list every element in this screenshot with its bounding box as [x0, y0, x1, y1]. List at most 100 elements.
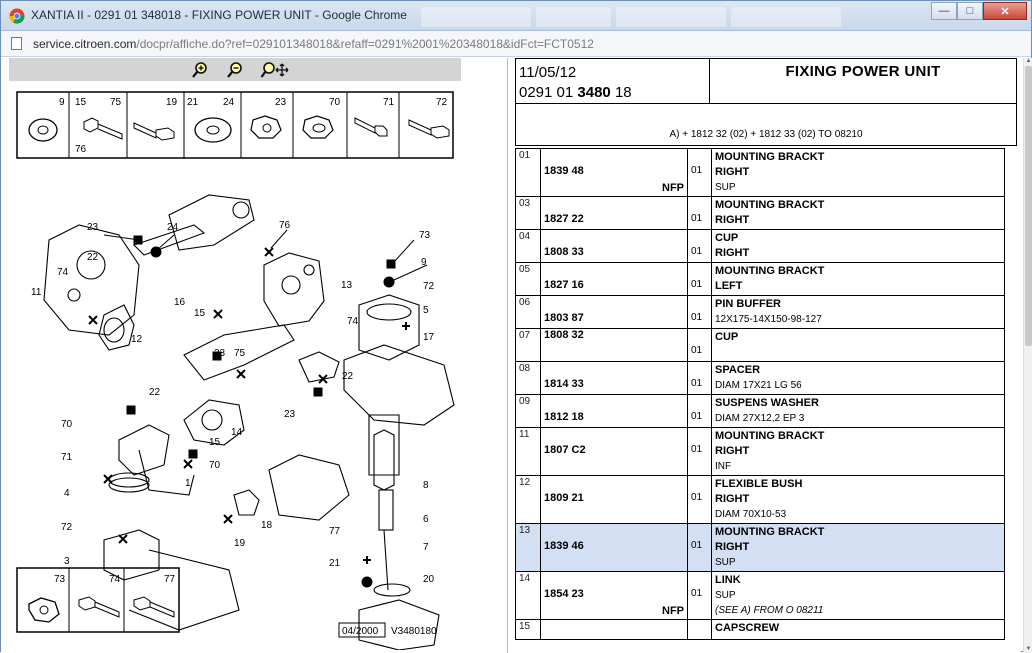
part-description: SPACER DIAM 17X21 LG 56: [711, 361, 1005, 395]
part-reference-cell[interactable]: 1827 22: [540, 196, 688, 230]
part-name: FLEXIBLE BUSH: [715, 478, 803, 490]
part-reference-cell[interactable]: 1808 33: [540, 229, 688, 263]
scroll-up-icon[interactable]: ▲: [1025, 58, 1032, 65]
part-detail: SUP: [715, 557, 736, 568]
svg-text:72: 72: [423, 281, 435, 292]
vertical-scrollbar[interactable]: ▲ ▼: [1023, 58, 1032, 653]
part-reference-cell[interactable]: 1854 23 NFP: [540, 571, 688, 620]
top-legend-label: 72: [436, 97, 448, 108]
background-tab[interactable]: [536, 7, 611, 27]
background-tab[interactable]: [731, 7, 841, 27]
background-tab[interactable]: [421, 7, 531, 27]
top-legend-label: 24: [223, 97, 235, 108]
part-position: 06: [515, 295, 541, 329]
url-text[interactable]: service.citroen.com/docpr/affiche.do?ref…: [33, 37, 594, 51]
part-reference[interactable]: 1809 21: [544, 492, 584, 504]
part-reference[interactable]: 1807 C2: [544, 444, 586, 456]
parts-table-row[interactable]: 13 1839 46 01 MOUNTING BRACKT RIGHT SUP: [515, 523, 1005, 572]
parts-table-row[interactable]: 08 1814 33 01 SPACER DIAM 17X21 LG 56: [515, 361, 1005, 395]
top-legend-label: 70: [329, 97, 341, 108]
part-reference[interactable]: 1814 33: [544, 378, 584, 390]
zoom-out-button[interactable]: [225, 60, 245, 79]
part-reference[interactable]: 1827 16: [544, 279, 584, 291]
part-reference[interactable]: 1827 22: [544, 213, 584, 225]
part-detail: DIAM 70X10-53: [715, 509, 787, 520]
part-reference[interactable]: 1803 87: [544, 312, 584, 324]
part-reference[interactable]: 1812 18: [544, 411, 584, 423]
minimize-button[interactable]: —: [931, 2, 957, 20]
part-detail: LEFT: [715, 280, 743, 292]
part-reference-cell[interactable]: 1809 21: [540, 475, 688, 524]
zoom-toolbar: [9, 58, 461, 81]
background-tab[interactable]: [616, 7, 726, 27]
svg-text:18: 18: [261, 520, 273, 531]
part-detail: RIGHT: [715, 445, 750, 457]
part-detail: RIGHT: [715, 541, 750, 553]
svg-text:72: 72: [61, 522, 73, 533]
part-reference-cell[interactable]: 1814 33: [540, 361, 688, 395]
parts-table: 01 1839 48 NFP 01 MOUNTING BRACKT RIGHT SUP 03 1…: [515, 148, 1005, 640]
part-reference[interactable]: 1839 46: [544, 540, 584, 552]
parts-table-row[interactable]: 03 1827 22 01 MOUNTING BRACKT RIGHT: [515, 196, 1005, 230]
svg-text:76: 76: [75, 144, 87, 155]
pane-divider[interactable]: [507, 58, 515, 653]
svg-text:16: 16: [174, 297, 186, 308]
part-quantity: 01: [687, 196, 712, 230]
part-reference[interactable]: 1839 48: [544, 165, 584, 177]
exploded-parts-diagram[interactable]: 23 24 7622 16157411 1213739 7251775 232274…: [9, 90, 469, 650]
parts-table-row[interactable]: 04 1808 33 01 CUP RIGHT: [515, 229, 1005, 263]
part-description: MOUNTING BRACKT RIGHT SUP: [711, 523, 1005, 572]
part-reference[interactable]: 1808 32: [544, 329, 584, 341]
part-reference-cell[interactable]: 1807 C2: [540, 427, 688, 476]
zoom-in-button[interactable]: [190, 60, 210, 79]
parts-table-row[interactable]: 11 1807 C2 01 MOUNTING BRACKT RIGHT INF: [515, 427, 1005, 476]
top-legend-label: 21: [187, 97, 199, 108]
parts-table-row[interactable]: 01 1839 48 NFP 01 MOUNTING BRACKT RIGHT SUP: [515, 148, 1005, 197]
top-legend-label: 19: [166, 97, 178, 108]
part-reference-cell[interactable]: [540, 619, 688, 640]
part-quantity: 01: [687, 148, 712, 197]
callout-markers: [88, 229, 428, 588]
part-detail: (SEE A) FROM O 08211: [715, 605, 824, 616]
address-bar[interactable]: service.citroen.com/docpr/affiche.do?ref…: [1, 31, 1031, 57]
parts-table-row[interactable]: 07 1808 32 01 CUP: [515, 328, 1005, 362]
svg-text:15: 15: [209, 437, 221, 448]
part-reference-cell[interactable]: 1803 87: [540, 295, 688, 329]
svg-text:8: 8: [423, 480, 429, 491]
part-description: CUP RIGHT: [711, 229, 1005, 263]
parts-table-row[interactable]: 14 1854 23 NFP 01 LINK SUP (SEE A) FROM O 0821…: [515, 571, 1005, 620]
part-reference-cell[interactable]: 1808 32: [540, 328, 688, 362]
parts-table-row[interactable]: 05 1827 16 01 MOUNTING BRACKT LEFT: [515, 262, 1005, 296]
parts-table-row[interactable]: 12 1809 21 01 FLEXIBLE BUSH RIGHT DIAM 70X10-…: [515, 475, 1005, 524]
part-description: PIN BUFFER 12X175-14X150-98-127: [711, 295, 1005, 329]
part-reference[interactable]: 1854 23: [544, 588, 584, 600]
svg-text:73: 73: [419, 230, 431, 241]
part-quantity: 01: [687, 262, 712, 296]
part-quantity: 01: [687, 475, 712, 524]
maximize-button[interactable]: □: [957, 2, 983, 20]
zoom-pan-button[interactable]: [260, 60, 290, 79]
header-date: 11/05/12: [519, 64, 577, 81]
chrome-icon: [9, 8, 25, 24]
parts-table-row[interactable]: 15 CAPSCREW: [515, 619, 1005, 640]
scrollbar-thumb[interactable]: [1025, 66, 1032, 346]
svg-text:13: 13: [341, 280, 353, 291]
url-path: /docpr/affiche.do?ref=029101348018&refaf…: [136, 37, 594, 51]
zoom-pan-icon: [260, 61, 289, 78]
parts-header: 11/05/12 0291 01 3480 18 FIXING POWER UN…: [515, 58, 1017, 146]
close-button[interactable]: ✕: [983, 2, 1027, 20]
part-reference-cell[interactable]: 1839 46: [540, 523, 688, 572]
parts-table-row[interactable]: 06 1803 87 01 PIN BUFFER 12X175-14X150-98-12…: [515, 295, 1005, 329]
svg-text:3: 3: [64, 556, 70, 567]
callout-labels: 23 24 7622 16157411 1213739 7251775 232274…: [31, 220, 435, 585]
parts-table-row[interactable]: 09 1812 18 01 SUSPENS WASHER DIAM 27X12,2 EP…: [515, 394, 1005, 428]
svg-text:77: 77: [329, 526, 341, 537]
part-reference-cell[interactable]: 1812 18: [540, 394, 688, 428]
maximize-icon: □: [966, 5, 974, 17]
part-reference[interactable]: 1808 33: [544, 246, 584, 258]
url-host: service.citroen.com: [33, 37, 137, 51]
part-reference-cell[interactable]: 1827 16: [540, 262, 688, 296]
svg-text:22: 22: [342, 371, 354, 382]
part-reference-cell[interactable]: 1839 48 NFP: [540, 148, 688, 197]
diagram-footer: 04/2000 V3480180: [338, 622, 437, 638]
